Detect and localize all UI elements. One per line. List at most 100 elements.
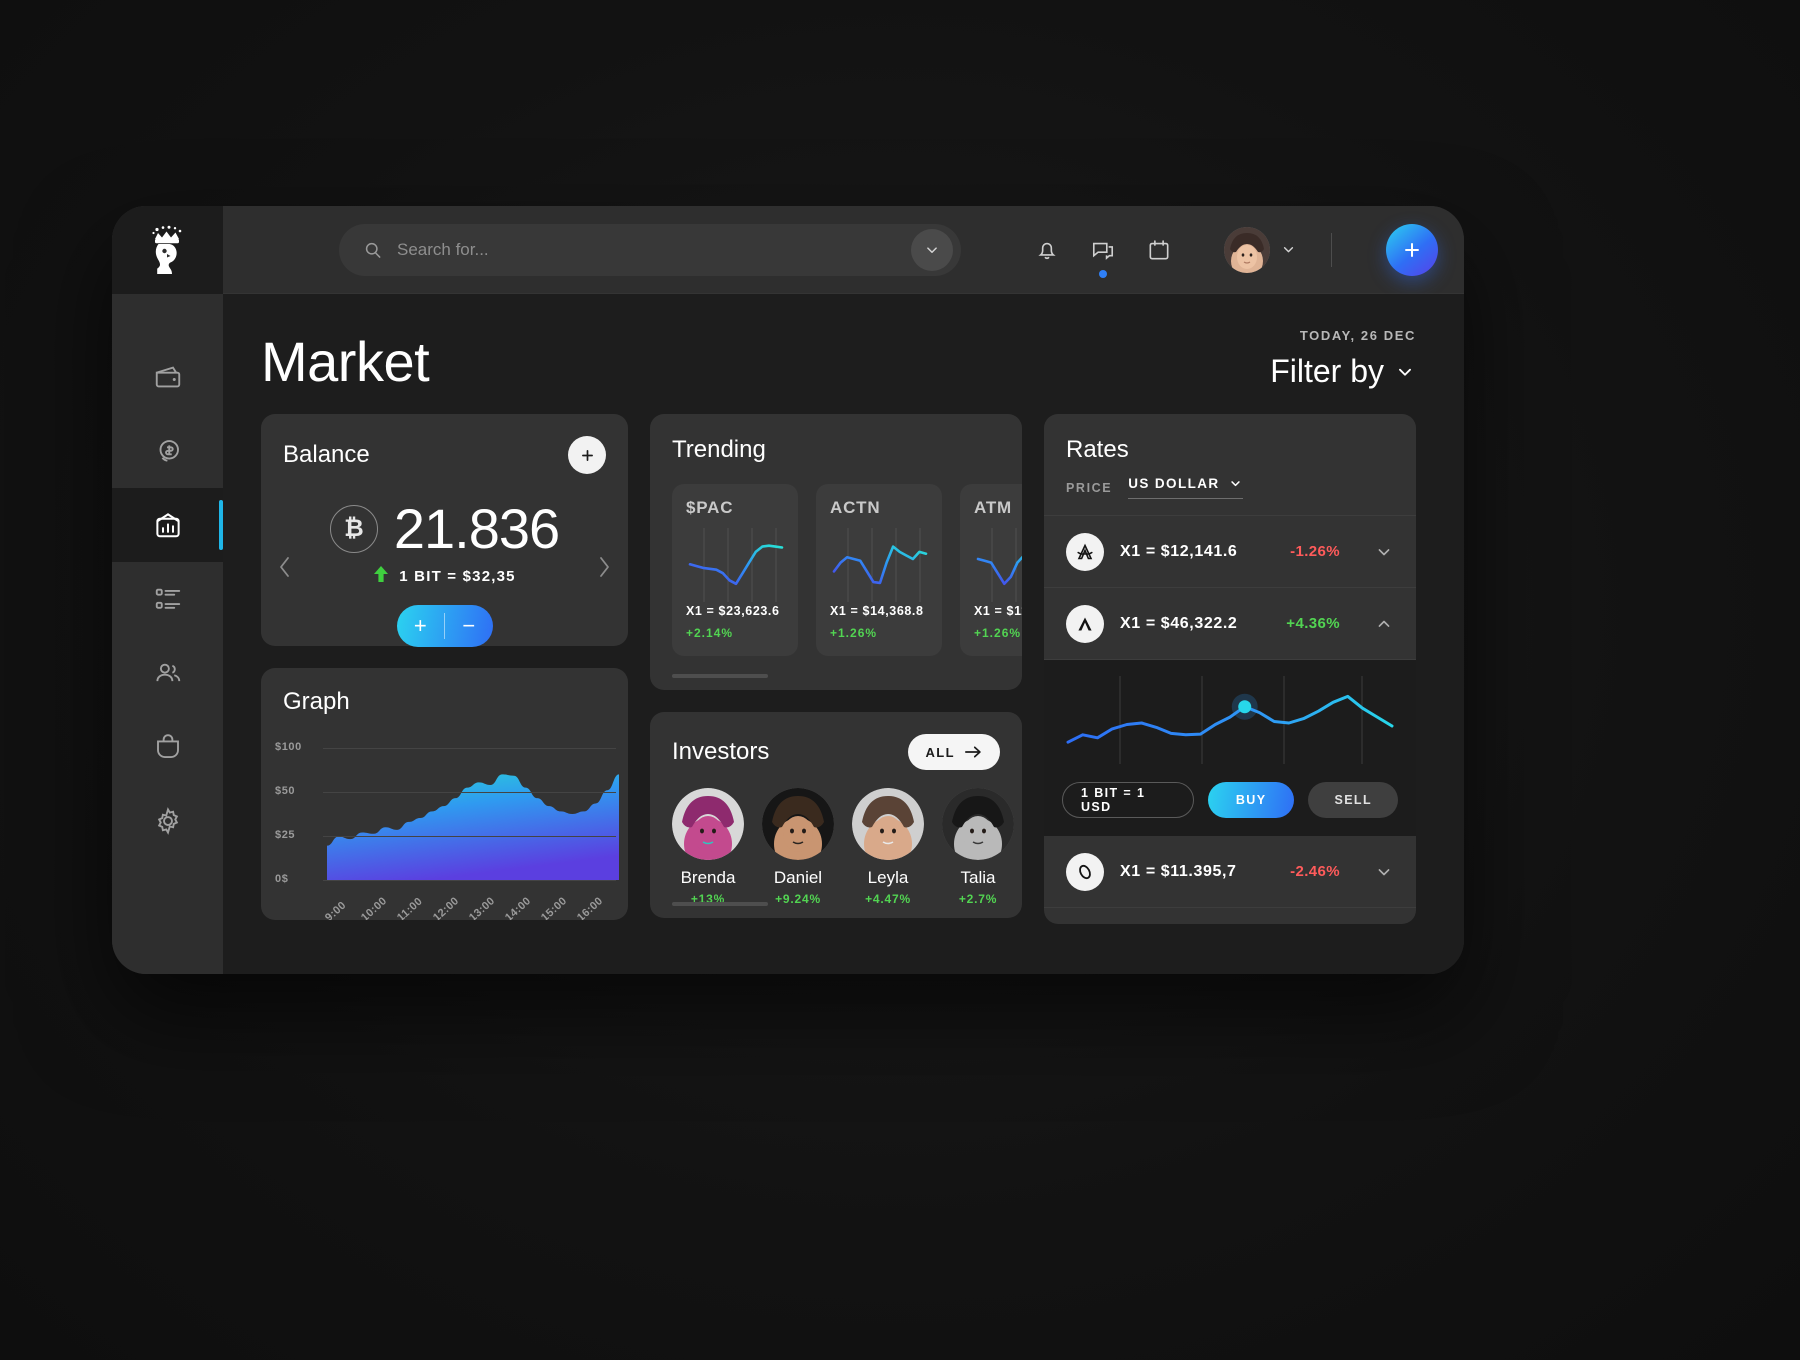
arrow-up-icon: [373, 565, 389, 587]
investor-item[interactable]: Brenda +13%: [672, 788, 744, 906]
profile-menu[interactable]: [1224, 226, 1297, 273]
rate-price: X1 = $46,322.2: [1120, 614, 1238, 632]
sidebar-item-investors[interactable]: [112, 636, 223, 710]
rate-actions: 1 BIT = 1 USD BUY SELL: [1062, 782, 1398, 818]
rate-expanded-panel: 1 BIT = 1 USD BUY SELL: [1044, 660, 1416, 836]
investors-scrollbar[interactable]: [672, 902, 768, 906]
rates-currency-select[interactable]: US DOLLAR: [1128, 476, 1243, 499]
trending-symbol: ACTN: [830, 498, 881, 517]
coin-av-icon: [1066, 604, 1104, 643]
rate-price: X1 = $11.395,7: [1120, 862, 1237, 880]
sidebar-item-market[interactable]: [112, 488, 223, 562]
trending-list[interactable]: $PAC X1 = $23,623.6 +2.14% ACTN X1 = $14,368…: [672, 484, 1022, 656]
avatar: [1224, 226, 1270, 273]
chevron-down-icon[interactable]: [1374, 862, 1394, 882]
balance-title: Balance: [283, 441, 370, 468]
filter-by-dropdown[interactable]: Filter by: [1270, 353, 1416, 390]
investor-item[interactable]: Leyla +4.47%: [852, 788, 924, 906]
search-bar[interactable]: [339, 223, 961, 276]
trending-price: X1 = $23,623.6: [686, 604, 780, 618]
trending-price: X1 = $11,: [974, 604, 1022, 618]
graph-title: Graph: [283, 688, 350, 715]
balance-add-button[interactable]: [568, 436, 606, 474]
chevron-down-icon[interactable]: [1374, 542, 1394, 562]
avatar-image: [1224, 226, 1270, 273]
calendar-icon[interactable]: [1146, 237, 1172, 263]
graph-y-tick: $25: [275, 829, 296, 841]
column-right: Rates PRICE US DOLLAR X1 = $12,141.6 -1.…: [1044, 414, 1416, 924]
chevron-up-icon[interactable]: [1374, 614, 1394, 634]
plus-icon: [1405, 242, 1419, 257]
rate-change: -1.26%: [1290, 543, 1340, 560]
bag-icon: [156, 734, 179, 758]
coin-a-icon-glyph: [1077, 543, 1093, 559]
sidebar-item-wallet[interactable]: [112, 340, 223, 414]
investor-avatar-image: [942, 788, 1014, 860]
graph-card: Graph $100 $50 $25 0$ 9:00 10:00 11:00 1…: [261, 668, 628, 920]
today-label: TODAY, 26 DEC: [1299, 328, 1416, 343]
sell-button[interactable]: SELL: [1308, 782, 1398, 818]
chevron-down-icon: [1230, 481, 1240, 487]
app-logo[interactable]: [112, 206, 223, 294]
chevron-right-icon: [600, 557, 609, 577]
bit-rate-pill[interactable]: 1 BIT = 1 USD: [1062, 782, 1194, 818]
graph-y-tick: $50: [275, 785, 296, 797]
filter-by-label: Filter by: [1270, 353, 1384, 389]
trending-item[interactable]: $PAC X1 = $23,623.6 +2.14%: [672, 484, 798, 656]
rate-row[interactable]: X1 = $12,141.6 -1.26%: [1044, 516, 1416, 588]
investors-all-button[interactable]: ALL: [907, 734, 1000, 770]
rates-rows: X1 = $12,141.6 -1.26% X1 = $46,322.2 +4.36%…: [1044, 516, 1416, 908]
buy-button[interactable]: BUY: [1207, 782, 1295, 818]
balance-increment-button[interactable]: +: [397, 615, 445, 637]
graph-y-tick: $100: [275, 741, 302, 753]
rate-row[interactable]: X1 = $11.395,7 -2.46%: [1044, 836, 1416, 908]
column-middle: Trending $PAC X1 = $23,623.6 +2.14% ACTN X1 …: [650, 414, 1022, 924]
balance-value-row: ₿ 21.836: [261, 496, 628, 561]
trending-item[interactable]: ATM X1 = $11, +1.26%: [960, 484, 1022, 656]
investor-change: +9.24%: [775, 892, 821, 906]
search-input[interactable]: [397, 239, 911, 260]
chevron-down-icon: [1283, 247, 1294, 253]
bitcoin-icon: ₿: [329, 504, 378, 553]
investor-item[interactable]: Talia +2.7%: [942, 788, 1014, 906]
balance-decrement-button[interactable]: −: [445, 615, 493, 637]
trending-change: +1.26%: [974, 626, 1022, 640]
sidebar-item-settings[interactable]: [112, 784, 223, 858]
app-window: Market TODAY, 26 DEC Filter by: [112, 206, 1464, 974]
balance-prev-button[interactable]: [277, 554, 293, 587]
chat-notification-dot: [1099, 269, 1107, 278]
trending-scrollbar[interactable]: [672, 674, 768, 678]
balance-card: Balance ₿ 21.836 1 BIT = $32,35 + −: [261, 414, 628, 647]
investor-avatar: [672, 788, 744, 860]
sidebar-item-coins[interactable]: [112, 414, 223, 488]
rate-detail-chart: [1062, 674, 1398, 766]
rate-row[interactable]: X1 = $46,322.2 +4.36%: [1044, 588, 1416, 660]
add-button[interactable]: [1386, 223, 1438, 276]
investor-item[interactable]: Daniel +9.24%: [762, 788, 834, 906]
bell-icon[interactable]: [1034, 237, 1060, 263]
trending-change: +2.14%: [686, 626, 734, 640]
balance-plus-minus-group: + −: [396, 605, 493, 647]
main-area: Market TODAY, 26 DEC Filter by: [223, 206, 1464, 974]
rate-chart-path: [1066, 694, 1394, 744]
topbar: [223, 206, 1464, 294]
investor-avatar-image: [852, 788, 924, 860]
graph-gridline: [323, 836, 616, 837]
rate-chart-marker[interactable]: [1238, 700, 1252, 714]
search-dropdown-button[interactable]: [911, 228, 953, 271]
page-header: Market TODAY, 26 DEC Filter by: [261, 328, 1416, 390]
balance-next-button[interactable]: [596, 554, 612, 587]
investors-list[interactable]: Brenda +13% Daniel +9.24% Leyla +4.47% Talia +2…: [672, 788, 1022, 906]
chat-icon[interactable]: [1090, 237, 1116, 278]
people-icon: [155, 663, 180, 682]
rates-price-label: PRICE: [1066, 480, 1113, 495]
sidebar-item-list[interactable]: [112, 562, 223, 636]
sidebar-item-shop[interactable]: [112, 710, 223, 784]
trending-item[interactable]: ACTN X1 = $14,368.8 +1.26%: [816, 484, 942, 656]
investor-avatar: [762, 788, 834, 860]
investor-name: Daniel: [773, 868, 823, 887]
calendar-icon-glyph: [1149, 239, 1169, 259]
balance-rate-text: 1 BIT = $32,35: [399, 567, 516, 585]
search-icon: [365, 242, 381, 258]
coin-a-icon: [1066, 532, 1104, 571]
